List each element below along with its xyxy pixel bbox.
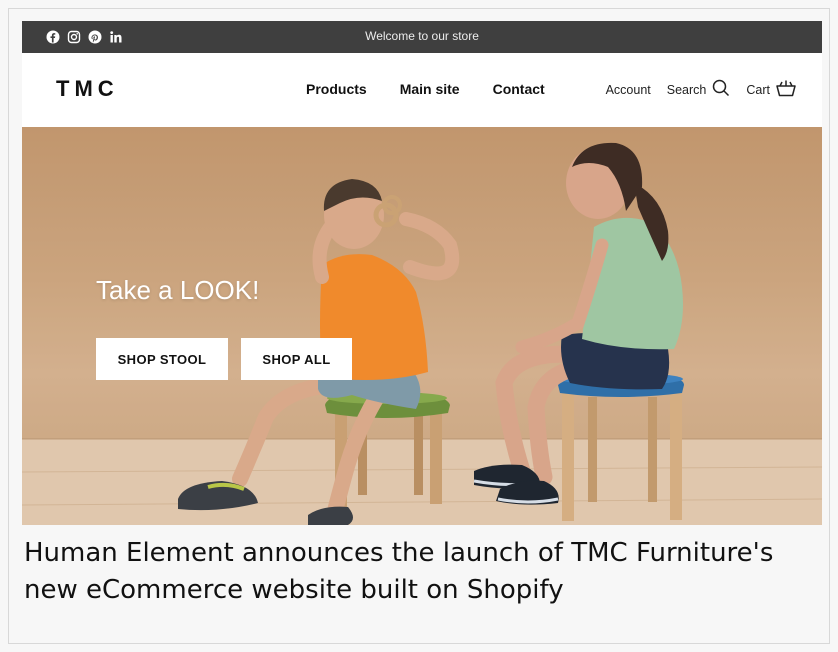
shop-stool-button[interactable]: SHOP STOOL [96, 338, 228, 380]
basket-icon [776, 79, 796, 101]
tmc-logo[interactable]: TMC [56, 76, 119, 102]
nav-main-site[interactable]: Main site [400, 81, 460, 97]
store-page: Welcome to our store TMC Products Main s… [22, 21, 822, 525]
header-utilities: Account Search Cart [606, 79, 796, 101]
search-label: Search [666, 83, 707, 97]
main-nav: Products Main site Contact [306, 81, 545, 97]
article-caption: Human Element announces the launch of TM… [24, 538, 774, 605]
hero-title: Take a LOOK! [96, 275, 260, 305]
nav-products[interactable]: Products [306, 81, 367, 97]
nav-contact[interactable]: Contact [493, 81, 545, 97]
site-header: TMC Products Main site Contact Account S… [22, 53, 822, 127]
account-link[interactable]: Account [606, 83, 651, 97]
cart-label: Cart [746, 83, 770, 97]
announcement-bar: Welcome to our store [22, 21, 822, 53]
welcome-message: Welcome to our store [365, 29, 479, 43]
search-icon [712, 79, 730, 101]
shop-all-button[interactable]: SHOP ALL [241, 338, 352, 380]
search-button[interactable]: Search [667, 79, 731, 101]
hero-photo [22, 127, 822, 525]
hero-banner: Take a LOOK! SHOP STOOL SHOP ALL [22, 127, 822, 525]
cart-button[interactable]: Cart [746, 79, 796, 101]
